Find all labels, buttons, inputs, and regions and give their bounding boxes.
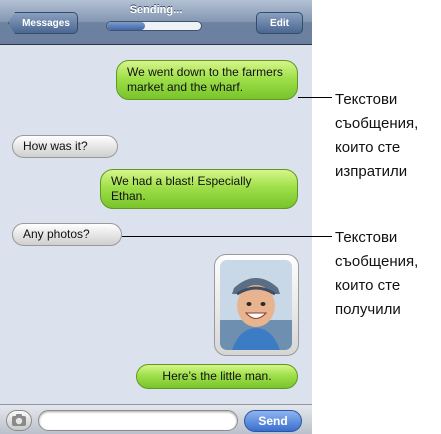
sent-message-bubble[interactable]: Here’s the little man. (136, 364, 298, 389)
child-photo (220, 260, 292, 350)
sent-callout-line (298, 97, 332, 98)
messages-screen: Messages Sending... Edit We went down to… (0, 0, 312, 434)
message-input-bar: Send (0, 404, 312, 434)
messages-back-button[interactable]: Messages (8, 12, 78, 34)
edit-button[interactable]: Edit (256, 12, 303, 34)
child-photo-image (220, 260, 292, 350)
received-message-bubble[interactable]: Any photos? (12, 223, 122, 246)
sending-progress-bar (106, 21, 202, 31)
sent-message-bubble[interactable]: We went down to the farmers market and t… (116, 60, 298, 100)
camera-icon (12, 414, 26, 426)
sent-message-bubble[interactable]: We had a blast! Especially Ethan. (100, 169, 298, 209)
received-message-bubble[interactable]: How was it? (12, 135, 118, 158)
send-button[interactable]: Send (244, 410, 302, 432)
received-callout-line (122, 236, 332, 237)
navigation-bar: Messages Sending... Edit (0, 0, 312, 45)
received-messages-callout: Текстови съобщения, които сте получили (335, 229, 419, 318)
sending-status: Sending... (129, 4, 183, 16)
camera-button[interactable] (6, 410, 32, 431)
sent-messages-callout: Текстови съобщения, които сте изпратили (335, 91, 419, 180)
sent-photo-bubble[interactable] (214, 254, 299, 356)
message-text-field[interactable] (38, 410, 238, 431)
sending-progress-fill (107, 22, 145, 30)
